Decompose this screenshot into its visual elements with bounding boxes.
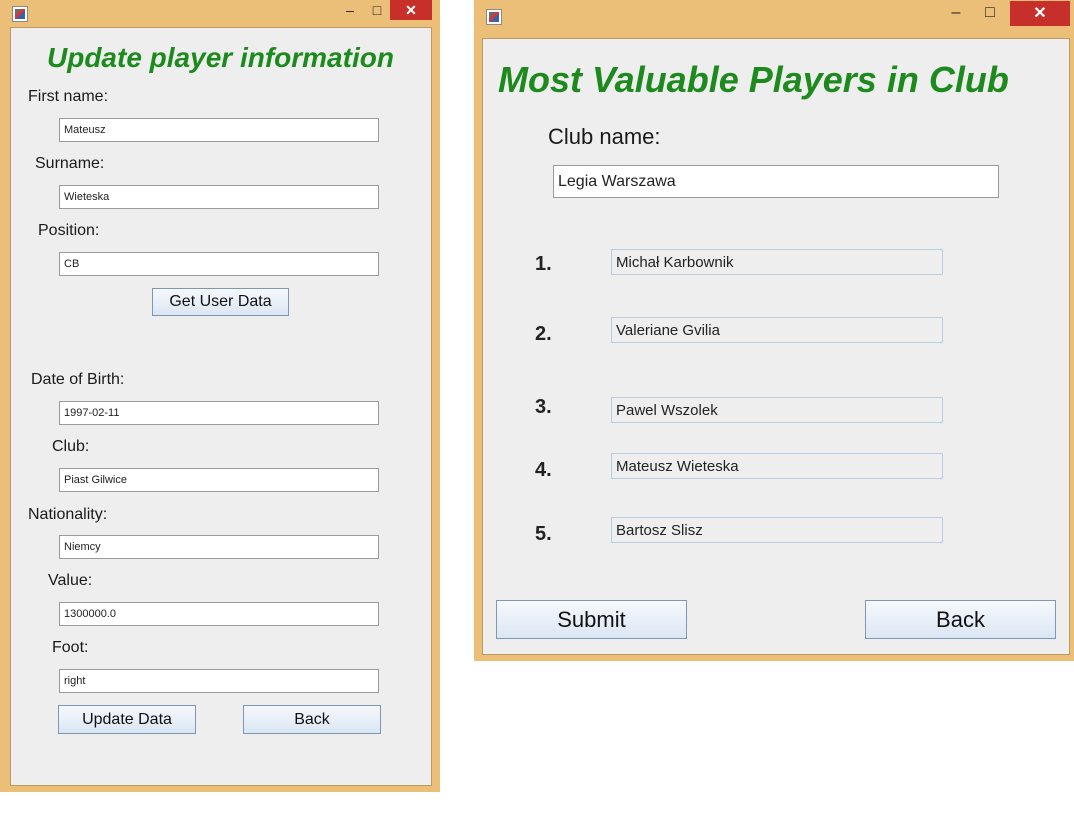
position-field[interactable] — [59, 252, 379, 276]
minimize-button[interactable]: – — [942, 3, 970, 23]
rank-4: 4. — [535, 459, 552, 481]
mvp-window: – □ ✕ Most Valuable Players in Club Club… — [474, 0, 1074, 661]
nationality-field[interactable] — [59, 535, 379, 559]
foot-field[interactable] — [59, 669, 379, 693]
get-user-data-button[interactable]: Get User Data — [152, 288, 289, 316]
submit-button[interactable]: Submit — [496, 600, 687, 639]
rank-3: 3. — [535, 396, 552, 418]
player-1-field — [611, 249, 943, 275]
date-of-birth-field[interactable] — [59, 401, 379, 425]
surname-label: Surname: — [35, 155, 105, 172]
player-3-field — [611, 397, 943, 423]
java-app-icon — [12, 6, 28, 22]
back-button[interactable]: Back — [243, 705, 381, 734]
club-label: Club: — [52, 438, 90, 455]
player-4-field — [611, 453, 943, 479]
first-name-label: First name: — [28, 88, 109, 105]
first-name-field[interactable] — [59, 118, 379, 142]
mvp-panel: Most Valuable Players in Club Club name:… — [482, 38, 1070, 655]
java-app-icon — [486, 9, 502, 25]
minimize-button[interactable]: – — [339, 0, 361, 20]
player-5-field — [611, 517, 943, 543]
club-field[interactable] — [59, 468, 379, 492]
update-data-button[interactable]: Update Data — [58, 705, 196, 734]
club-name-field[interactable] — [553, 165, 999, 198]
maximize-button[interactable]: □ — [976, 3, 1004, 23]
update-player-window: – □ ✕ Update player information First na… — [0, 0, 440, 792]
foot-label: Foot: — [52, 639, 89, 656]
close-button[interactable]: ✕ — [1010, 1, 1070, 26]
rank-2: 2. — [535, 323, 552, 345]
back-button[interactable]: Back — [865, 600, 1056, 639]
date-of-birth-label: Date of Birth: — [31, 371, 125, 388]
title-bar[interactable]: – □ ✕ — [0, 0, 440, 27]
close-button[interactable]: ✕ — [390, 0, 432, 20]
rank-5: 5. — [535, 523, 552, 545]
page-title: Most Valuable Players in Club — [498, 59, 1009, 100]
nationality-label: Nationality: — [28, 506, 108, 523]
club-name-label: Club name: — [548, 124, 661, 149]
title-bar[interactable]: – □ ✕ — [474, 0, 1074, 33]
position-label: Position: — [38, 222, 100, 239]
player-2-field — [611, 317, 943, 343]
surname-field[interactable] — [59, 185, 379, 209]
page-title: Update player information — [47, 42, 394, 73]
rank-1: 1. — [535, 253, 552, 275]
value-label: Value: — [48, 572, 93, 589]
value-field[interactable] — [59, 602, 379, 626]
maximize-button[interactable]: □ — [366, 0, 388, 20]
update-player-panel: Update player information First name: Su… — [10, 27, 432, 786]
